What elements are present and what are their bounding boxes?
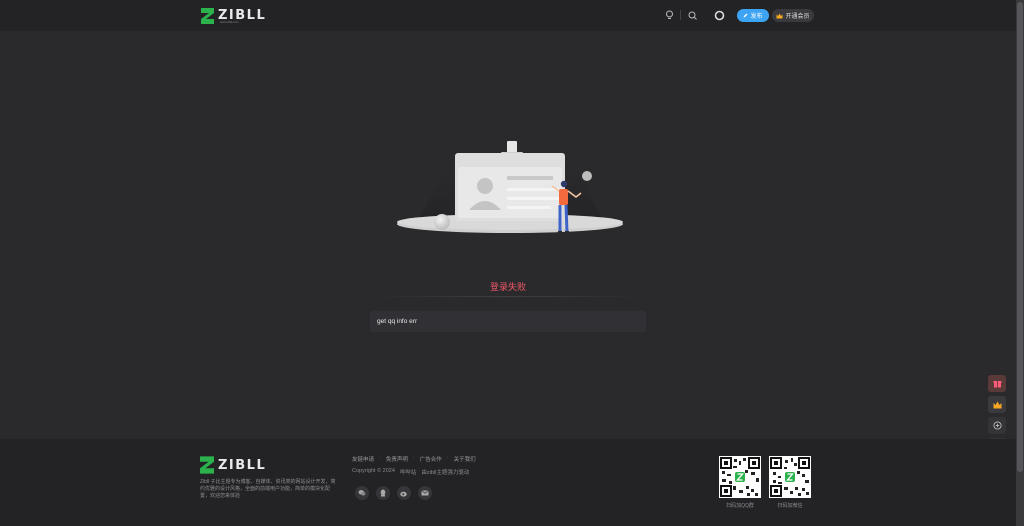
footer-logo[interactable]: ZIBLL bbox=[200, 456, 266, 474]
crown-icon[interactable] bbox=[988, 396, 1006, 413]
login-failed-illustration bbox=[395, 138, 625, 248]
logo-mark-icon bbox=[200, 456, 214, 474]
separator: · bbox=[446, 455, 449, 461]
header-divider bbox=[680, 10, 681, 20]
scrollbar-thumb[interactable] bbox=[1017, 2, 1023, 472]
separator: · bbox=[379, 455, 381, 461]
vip-button[interactable]: 开通会员 bbox=[772, 9, 814, 22]
vip-label: 开通会员 bbox=[785, 14, 810, 20]
page-scrollbar[interactable] bbox=[1016, 0, 1024, 526]
search-icon[interactable] bbox=[686, 9, 698, 21]
qq-group-qrcode bbox=[719, 456, 761, 498]
error-message: get qq info err bbox=[370, 311, 646, 332]
error-title: 登录失败 bbox=[489, 282, 526, 292]
footer-link[interactable]: 友链申请 bbox=[352, 455, 374, 463]
footer-link[interactable]: 免责声明 bbox=[386, 455, 408, 463]
footer-link[interactable]: 广告合作 bbox=[420, 455, 442, 463]
publish-button[interactable]: 发布 bbox=[737, 9, 769, 22]
pencil-icon bbox=[743, 13, 748, 18]
copyright-text: Copyright © 2024 bbox=[352, 468, 395, 474]
copyright-link[interactable]: 哔哔站 bbox=[400, 468, 417, 476]
publish-label: 发布 bbox=[750, 14, 763, 20]
weibo-icon[interactable] bbox=[397, 486, 411, 500]
powered-by: 由zibll主题强力驱动 bbox=[421, 470, 470, 476]
site-header: ZIBLL www.zibll.com 发布 开通会员 bbox=[0, 0, 1016, 31]
footer-logo-wordmark: ZIBLL bbox=[218, 457, 267, 473]
separator: · bbox=[412, 455, 415, 461]
footer-copyright: Copyright © 2024 哔哔站 由zibll主题强力驱动 bbox=[352, 468, 469, 476]
user-ring-icon[interactable] bbox=[713, 9, 725, 21]
footer-description: Zibll 子比主题专为博客、自媒体、资讯类的网站设计开发，简约优雅的设计风格，… bbox=[200, 479, 336, 499]
divider bbox=[372, 296, 644, 297]
qr-label: 扫码加微信 bbox=[777, 503, 803, 509]
qr-label: 扫码加QQ群 bbox=[726, 503, 754, 509]
logo-mark-icon bbox=[201, 8, 214, 24]
lightbulb-icon[interactable] bbox=[663, 9, 675, 21]
footer-social bbox=[355, 486, 432, 500]
wechat-icon[interactable] bbox=[355, 486, 369, 500]
qq-icon[interactable] bbox=[376, 486, 390, 500]
gift-icon[interactable] bbox=[988, 375, 1006, 392]
site-logo[interactable]: ZIBLL www.zibll.com bbox=[201, 7, 266, 25]
logo-subtitle: www.zibll.com bbox=[220, 20, 239, 24]
email-icon[interactable] bbox=[418, 486, 432, 500]
site-footer: ZIBLL Zibll 子比主题专为博客、自媒体、资讯类的网站设计开发，简约优雅… bbox=[0, 439, 1016, 526]
wechat-qrcode bbox=[769, 456, 811, 498]
footer-link[interactable]: 关于我们 bbox=[454, 455, 476, 463]
crown-icon bbox=[776, 13, 783, 18]
add-circle-icon[interactable] bbox=[988, 417, 1006, 434]
footer-links: 友链申请 · 免责声明 · 广告合作 · 关于我们 bbox=[352, 455, 476, 463]
